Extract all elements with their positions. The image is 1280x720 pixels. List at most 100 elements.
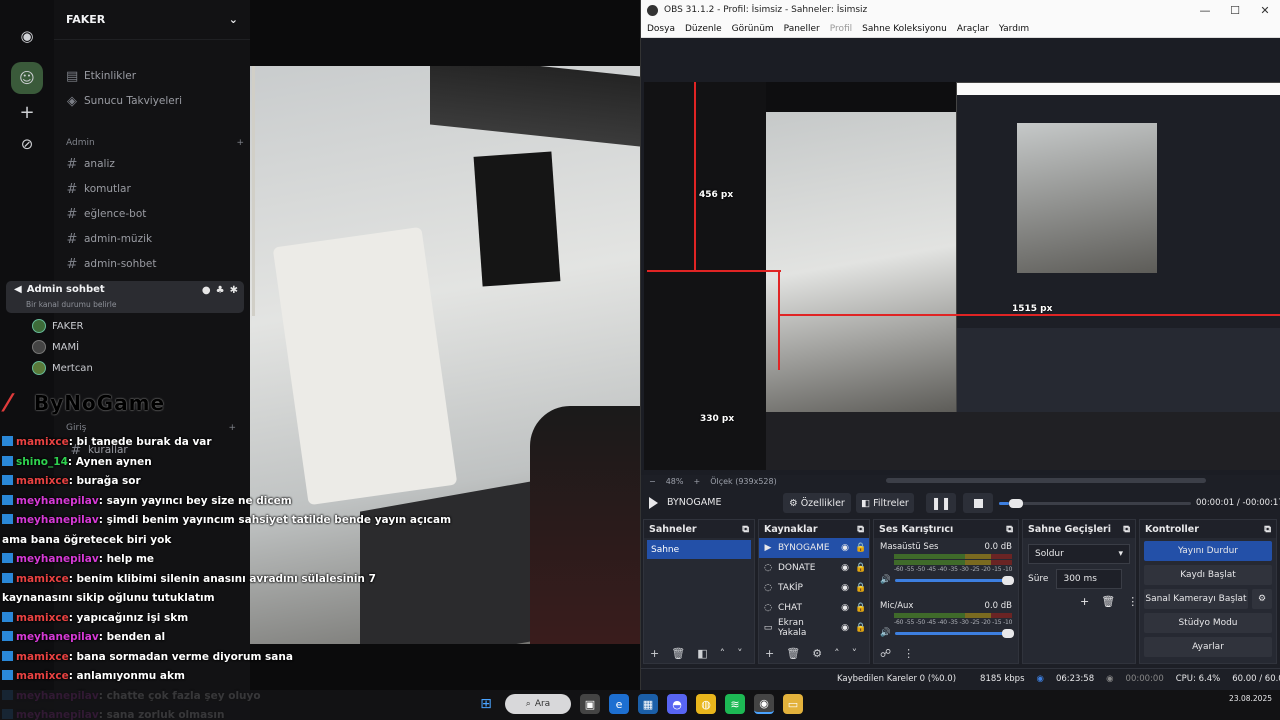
menu-dosya[interactable]: Dosya [647, 24, 675, 34]
trash-icon[interactable]: 🗑 [1101, 595, 1115, 608]
pause-button[interactable]: ❚❚ [926, 493, 956, 513]
source-row[interactable]: ◌ CHAT ◉ 🔒 [759, 598, 869, 618]
obs-titlebar[interactable]: OBS 31.1.2 - Profil: İsimsiz - Sahneler:… [641, 0, 1280, 20]
stop-streaming-button[interactable]: Yayını Durdur [1144, 541, 1272, 561]
dock-undock-icon[interactable]: ⧉ [857, 524, 864, 535]
link-icon[interactable]: ☍ [880, 647, 891, 660]
volume-track[interactable] [894, 628, 1015, 638]
source-row[interactable]: ▭ Ekran Yakala ◉ 🔒 [759, 618, 869, 638]
menu-gorunum[interactable]: Görünüm [732, 24, 774, 34]
events-item[interactable]: ▤ Etkinlikler [66, 66, 244, 86]
dock-undock-icon[interactable]: ⧉ [1123, 524, 1130, 535]
menu-profil[interactable]: Profil [830, 24, 852, 34]
menu-yardim[interactable]: Yardım [999, 24, 1029, 34]
channel-komutlar[interactable]: # komutlar [66, 179, 244, 199]
source-row[interactable]: ▶ BYNOGAME ◉ 🔒 [759, 538, 869, 558]
add-channel-icon[interactable]: + [228, 423, 236, 433]
add-icon[interactable]: + [765, 647, 774, 660]
volume-track[interactable] [894, 575, 1015, 585]
eye-icon[interactable]: ◉ [840, 623, 850, 633]
eye-icon[interactable]: ◉ [840, 563, 850, 573]
explore-icon[interactable]: ⊘ [11, 128, 43, 160]
obs-icon[interactable]: ◉ [754, 694, 774, 714]
filters-button[interactable]: ◧ Filtreler [856, 493, 914, 513]
zoom-out-icon[interactable]: − [649, 477, 656, 486]
obs-preview-area[interactable]: 456 px 1515 px 330 px [641, 38, 1280, 483]
lock-icon[interactable]: 🔒 [855, 583, 866, 593]
seek-bar[interactable] [999, 499, 1191, 508]
chrome-icon[interactable]: ◍ [696, 694, 716, 714]
source-row[interactable]: ◌ DONATE ◉ 🔒 [759, 558, 869, 578]
arrow-up-icon[interactable]: ˄ [834, 647, 840, 660]
transition-select[interactable]: Soldur ▾ [1028, 544, 1130, 564]
menu-sahne-koleksiyonu[interactable]: Sahne Koleksiyonu [862, 24, 947, 34]
more-icon[interactable]: ⋮ [1127, 595, 1138, 608]
arrow-up-icon[interactable]: ˄ [720, 647, 726, 660]
zoom-in-icon[interactable]: + [693, 477, 700, 486]
settings-button[interactable]: Ayarlar [1144, 637, 1272, 657]
menu-duzenle[interactable]: Düzenle [685, 24, 722, 34]
menu-araclar[interactable]: Araçlar [957, 24, 989, 34]
minimize-icon[interactable]: — [1190, 4, 1220, 17]
lock-icon[interactable]: 🔒 [855, 543, 866, 553]
lock-icon[interactable]: 🔒 [855, 563, 866, 573]
channel-admin-muzik[interactable]: # admin-müzik [66, 229, 244, 249]
stop-button[interactable] [963, 493, 993, 513]
menu-paneller[interactable]: Paneller [784, 24, 820, 34]
scene-item[interactable]: Sahne [647, 540, 751, 559]
edge-icon[interactable]: e [609, 694, 629, 714]
close-icon[interactable]: ✕ [1250, 4, 1280, 17]
filter-icon[interactable]: ◧ [697, 647, 707, 660]
volume-slider[interactable]: 🔊 [880, 575, 1015, 585]
add-icon[interactable]: + [1080, 595, 1089, 608]
channel-analiz[interactable]: # analiz [66, 154, 244, 174]
studio-mode-button[interactable]: Stüdyo Modu [1144, 613, 1272, 633]
voice-user[interactable]: MAMİ [32, 337, 79, 357]
active-voice-channel[interactable]: ◀ Admin sohbet Bir kanal durumu belirle … [6, 281, 244, 313]
eye-icon[interactable]: ◉ [840, 583, 850, 593]
file-explorer-icon[interactable]: ▭ [783, 694, 803, 714]
add-channel-icon[interactable]: + [236, 138, 244, 148]
invite-icon[interactable]: ♣ [216, 285, 225, 296]
seek-handle[interactable] [1008, 499, 1023, 508]
maximize-icon[interactable]: ☐ [1220, 4, 1250, 17]
speaker-icon[interactable]: 🔊 [880, 575, 891, 585]
dock-undock-icon[interactable]: ⧉ [1006, 524, 1013, 535]
dock-undock-icon[interactable]: ⧉ [1264, 524, 1271, 535]
discord-icon[interactable]: ◓ [667, 694, 687, 714]
preview-canvas[interactable]: 456 px 1515 px 330 px [644, 82, 1280, 470]
dock-undock-icon[interactable]: ⧉ [742, 524, 749, 535]
duration-input[interactable]: 300 ms [1056, 569, 1123, 589]
trash-icon[interactable]: 🗑 [786, 647, 800, 660]
server-header[interactable]: FAKER ⌄ [54, 0, 250, 40]
photos-icon[interactable]: ▦ [638, 694, 658, 714]
start-virtual-camera-button[interactable]: Sanal Kamerayı Başlat [1144, 589, 1248, 609]
eye-icon[interactable]: ◉ [840, 543, 850, 553]
start-recording-button[interactable]: Kaydı Başlat [1144, 565, 1272, 585]
volume-slider[interactable]: 🔊 [880, 628, 1015, 638]
add-icon[interactable]: + [650, 647, 659, 660]
arrow-down-icon[interactable]: ˅ [852, 647, 858, 660]
add-server-icon[interactable]: + [11, 96, 43, 128]
category-admin[interactable]: Admin + [66, 138, 244, 148]
virtual-camera-settings-button[interactable]: ⚙ [1252, 589, 1272, 609]
channel-eglence-bot[interactable]: # eğlence-bot [66, 204, 244, 224]
more-icon[interactable]: ⋮ [903, 647, 914, 660]
windows-start-icon[interactable]: ⊞ [476, 694, 496, 714]
voice-status-text[interactable]: Bir kanal durumu belirle [26, 300, 116, 309]
channel-admin-sohbet[interactable]: # admin-sohbet [66, 254, 244, 274]
properties-button[interactable]: ⚙ Özellikler [783, 493, 851, 513]
server-boosts-item[interactable]: ◈ Sunucu Takviyeleri [66, 91, 244, 111]
system-tray[interactable]: 23.08.2025 [1229, 693, 1272, 704]
voice-user[interactable]: Mertcan [32, 358, 93, 378]
gear-icon[interactable]: ✱ [230, 285, 238, 296]
gear-icon[interactable]: ⚙ [812, 647, 822, 660]
voice-user[interactable]: FAKER [32, 316, 84, 336]
lock-icon[interactable]: 🔒 [855, 603, 866, 613]
server-faker-icon[interactable]: ☺ [11, 62, 43, 94]
speaker-icon[interactable]: 🔊 [880, 628, 891, 638]
taskbar-search[interactable]: ⌕ Ara [505, 694, 571, 714]
task-view-icon[interactable]: ▣ [580, 694, 600, 714]
chat-icon[interactable]: ● [202, 285, 211, 296]
eye-icon[interactable]: ◉ [840, 603, 850, 613]
